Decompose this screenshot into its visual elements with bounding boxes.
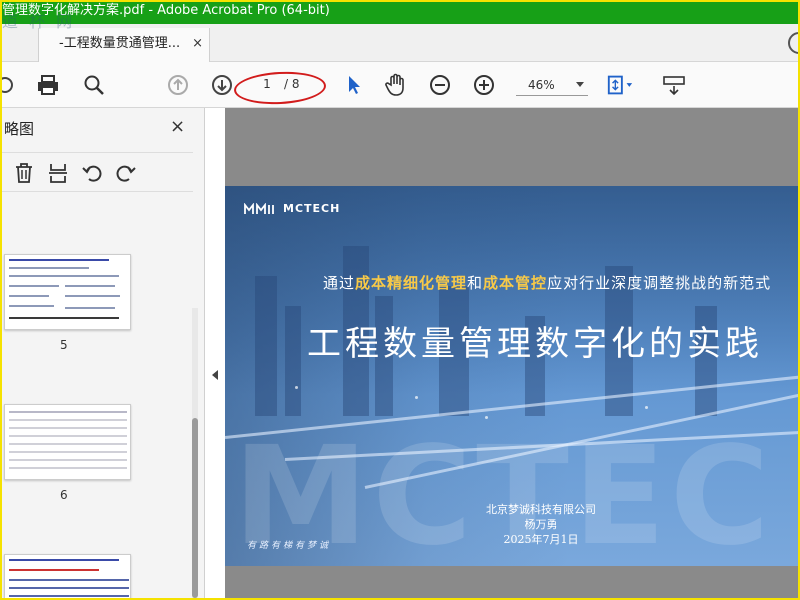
light-dot <box>295 386 298 389</box>
next-page-icon[interactable] <box>208 71 236 99</box>
page-number-input[interactable]: 1 <box>252 75 282 93</box>
subtitle-text: 和 <box>467 274 484 292</box>
slide-subtitle: 通过成本精细化管理和成本管控应对行业深度调整挑战的新范式 <box>323 272 771 293</box>
tab-bar: -工程数量贯通管理... × <box>0 24 800 62</box>
share-icon[interactable] <box>0 71 20 99</box>
logo-text: MCTECH <box>283 202 341 215</box>
document-tab[interactable]: -工程数量贯通管理... × <box>38 28 210 62</box>
light-dot <box>485 416 488 419</box>
building-shape <box>285 306 301 416</box>
subtitle-text: 通过 <box>323 274 356 292</box>
collapse-panel-icon[interactable] <box>212 370 218 380</box>
rotate-left-icon[interactable] <box>80 161 104 185</box>
zoom-out-icon[interactable] <box>426 71 454 99</box>
document-tab-label: -工程数量贯通管理... <box>59 36 181 51</box>
company-name: 北京梦诚科技有限公司 <box>486 503 596 516</box>
logo-mark-icon <box>244 202 274 214</box>
search-icon[interactable] <box>80 71 108 99</box>
trash-icon[interactable] <box>12 161 36 185</box>
page-total: / 8 <box>284 77 300 91</box>
subtitle-highlight: 成本精细化管理 <box>355 274 468 292</box>
thumbnail-panel: 略图 × 5 6 <box>0 108 205 600</box>
page-thumbnail-6[interactable] <box>4 404 131 480</box>
light-dot <box>645 406 648 409</box>
keyboard-icon[interactable] <box>660 71 688 99</box>
page-thumbnail-7[interactable] <box>4 554 131 600</box>
page-thumbnail-5[interactable] <box>4 254 131 330</box>
slide-footer: 北京梦诚科技有限公司 杨万勇 2025年7月1日 <box>481 502 601 547</box>
extract-page-icon[interactable] <box>46 161 70 185</box>
window-titlebar: 管理数字化解决方案.pdf - Adobe Acrobat Pro (64-bi… <box>0 0 800 24</box>
zoom-in-icon[interactable] <box>470 71 498 99</box>
fit-page-icon[interactable] <box>606 71 634 99</box>
slogan: 有路有梯有梦诚 <box>247 541 332 551</box>
close-icon[interactable]: × <box>170 116 185 137</box>
tab-close-button[interactable]: × <box>192 28 203 60</box>
zoom-value: 46% <box>528 78 555 92</box>
building-shape <box>255 276 277 416</box>
slide-title: 工程数量管理数字化的实践 <box>307 324 763 364</box>
watermark: 道 杯 网 <box>2 12 76 31</box>
thumbnail-scrollbar-thumb[interactable] <box>192 418 198 598</box>
print-button[interactable] <box>34 71 62 99</box>
thumbnail-page-number: 6 <box>60 488 68 502</box>
presenter-name: 杨万勇 <box>524 518 558 531</box>
select-cursor-icon[interactable] <box>340 71 368 99</box>
main-toolbar: 1 / 8 46% <box>0 62 800 108</box>
hand-tool-icon[interactable] <box>382 71 410 99</box>
subtitle-highlight: 成本管控 <box>483 274 548 292</box>
presentation-date: 2025年7月1日 <box>503 533 579 546</box>
thumbnail-panel-title: 略图 <box>4 120 35 138</box>
light-dot <box>415 396 418 399</box>
pdf-page-slide: MCTEC MCTECH 通过成本精细化管理和成本管控应对行业深度调整挑战的新范… <box>225 186 800 566</box>
zoom-dropdown[interactable]: 46% <box>516 74 588 96</box>
thumbnail-toolbar <box>0 152 193 192</box>
chevron-down-icon <box>576 82 584 87</box>
mctech-logo: MCTECH <box>243 202 340 215</box>
thumbnail-page-number: 5 <box>60 338 68 352</box>
previous-page-icon[interactable] <box>164 71 192 99</box>
subtitle-text: 应对行业深度调整挑战的新范式 <box>547 274 772 292</box>
rotate-right-icon[interactable] <box>114 161 138 185</box>
